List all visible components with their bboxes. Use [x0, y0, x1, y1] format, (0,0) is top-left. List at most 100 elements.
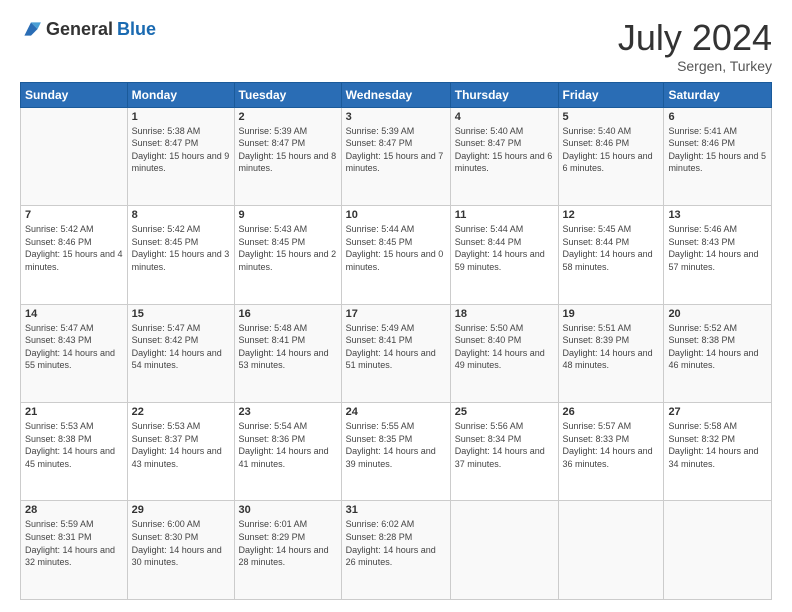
day-number: 20	[668, 308, 767, 320]
day-info: Sunrise: 5:41 AM Sunset: 8:46 PM Dayligh…	[668, 125, 767, 175]
day-number: 15	[132, 308, 230, 320]
day-info: Sunrise: 5:47 AM Sunset: 8:42 PM Dayligh…	[132, 322, 230, 372]
day-cell: 28 Sunrise: 5:59 AM Sunset: 8:31 PM Dayli…	[21, 501, 128, 600]
day-cell: 6 Sunrise: 5:41 AM Sunset: 8:46 PM Daylig…	[664, 107, 772, 205]
day-cell: 26 Sunrise: 5:57 AM Sunset: 8:33 PM Dayli…	[558, 403, 664, 501]
day-info: Sunrise: 5:45 AM Sunset: 8:44 PM Dayligh…	[563, 223, 660, 273]
day-cell	[664, 501, 772, 600]
day-info: Sunrise: 5:51 AM Sunset: 8:39 PM Dayligh…	[563, 322, 660, 372]
day-number: 9	[239, 209, 337, 221]
day-number: 22	[132, 406, 230, 418]
day-info: Sunrise: 5:54 AM Sunset: 8:36 PM Dayligh…	[239, 420, 337, 470]
day-number: 28	[25, 504, 123, 516]
day-cell	[558, 501, 664, 600]
week-row-1: 1 Sunrise: 5:38 AM Sunset: 8:47 PM Daylig…	[21, 107, 772, 205]
day-info: Sunrise: 5:49 AM Sunset: 8:41 PM Dayligh…	[346, 322, 446, 372]
day-number: 18	[455, 308, 554, 320]
day-cell	[21, 107, 128, 205]
day-cell: 20 Sunrise: 5:52 AM Sunset: 8:38 PM Dayli…	[664, 304, 772, 402]
day-number: 26	[563, 406, 660, 418]
day-cell: 11 Sunrise: 5:44 AM Sunset: 8:44 PM Dayli…	[450, 206, 558, 304]
day-cell	[450, 501, 558, 600]
day-info: Sunrise: 5:59 AM Sunset: 8:31 PM Dayligh…	[25, 518, 123, 568]
day-info: Sunrise: 5:38 AM Sunset: 8:47 PM Dayligh…	[132, 125, 230, 175]
day-header-thursday: Thursday	[450, 82, 558, 107]
day-cell: 29Sunrise: 6:00 AM Sunset: 8:30 PM Dayli…	[127, 501, 234, 600]
day-cell: 21 Sunrise: 5:53 AM Sunset: 8:38 PM Dayli…	[21, 403, 128, 501]
day-info: Sunrise: 5:42 AM Sunset: 8:45 PM Dayligh…	[132, 223, 230, 273]
day-number: 7	[25, 209, 123, 221]
day-info: Sunrise: 6:02 AM Sunset: 8:28 PM Dayligh…	[346, 518, 446, 568]
day-info: Sunrise: 5:53 AM Sunset: 8:38 PM Dayligh…	[25, 420, 123, 470]
day-cell: 7 Sunrise: 5:42 AM Sunset: 8:46 PM Daylig…	[21, 206, 128, 304]
day-cell: 4Sunrise: 5:40 AM Sunset: 8:47 PM Daylig…	[450, 107, 558, 205]
day-info: Sunrise: 5:52 AM Sunset: 8:38 PM Dayligh…	[668, 322, 767, 372]
logo-icon	[20, 18, 42, 40]
day-cell: 5 Sunrise: 5:40 AM Sunset: 8:46 PM Daylig…	[558, 107, 664, 205]
week-row-2: 7 Sunrise: 5:42 AM Sunset: 8:46 PM Daylig…	[21, 206, 772, 304]
day-info: Sunrise: 5:39 AM Sunset: 8:47 PM Dayligh…	[239, 125, 337, 175]
day-number: 24	[346, 406, 446, 418]
day-info: Sunrise: 5:44 AM Sunset: 8:44 PM Dayligh…	[455, 223, 554, 273]
day-cell: 14 Sunrise: 5:47 AM Sunset: 8:43 PM Dayli…	[21, 304, 128, 402]
day-number: 3	[346, 111, 446, 123]
day-header-saturday: Saturday	[664, 82, 772, 107]
day-info: Sunrise: 5:43 AM Sunset: 8:45 PM Dayligh…	[239, 223, 337, 273]
day-number: 11	[455, 209, 554, 221]
day-number: 23	[239, 406, 337, 418]
day-cell: 24Sunrise: 5:55 AM Sunset: 8:35 PM Dayli…	[341, 403, 450, 501]
logo-blue: Blue	[117, 19, 156, 40]
day-info: Sunrise: 5:56 AM Sunset: 8:34 PM Dayligh…	[455, 420, 554, 470]
day-cell: 13Sunrise: 5:46 AM Sunset: 8:43 PM Dayli…	[664, 206, 772, 304]
day-cell: 23 Sunrise: 5:54 AM Sunset: 8:36 PM Dayli…	[234, 403, 341, 501]
logo: GeneralBlue	[20, 18, 156, 40]
day-number: 25	[455, 406, 554, 418]
day-number: 6	[668, 111, 767, 123]
day-info: Sunrise: 5:39 AM Sunset: 8:47 PM Dayligh…	[346, 125, 446, 175]
calendar-table: SundayMondayTuesdayWednesdayThursdayFrid…	[20, 82, 772, 600]
page: GeneralBlue July 2024 Sergen, Turkey Sun…	[0, 0, 792, 612]
logo-general: General	[46, 19, 113, 40]
day-cell: 15 Sunrise: 5:47 AM Sunset: 8:42 PM Dayli…	[127, 304, 234, 402]
day-number: 17	[346, 308, 446, 320]
day-number: 19	[563, 308, 660, 320]
day-cell: 9 Sunrise: 5:43 AM Sunset: 8:45 PM Daylig…	[234, 206, 341, 304]
day-cell: 22Sunrise: 5:53 AM Sunset: 8:37 PM Dayli…	[127, 403, 234, 501]
day-cell: 1 Sunrise: 5:38 AM Sunset: 8:47 PM Daylig…	[127, 107, 234, 205]
month-title: July 2024	[618, 18, 772, 58]
calendar-header: SundayMondayTuesdayWednesdayThursdayFrid…	[21, 82, 772, 107]
day-info: Sunrise: 5:58 AM Sunset: 8:32 PM Dayligh…	[668, 420, 767, 470]
week-row-3: 14 Sunrise: 5:47 AM Sunset: 8:43 PM Dayli…	[21, 304, 772, 402]
day-info: Sunrise: 5:57 AM Sunset: 8:33 PM Dayligh…	[563, 420, 660, 470]
day-header-friday: Friday	[558, 82, 664, 107]
day-cell: 8 Sunrise: 5:42 AM Sunset: 8:45 PM Daylig…	[127, 206, 234, 304]
week-row-4: 21 Sunrise: 5:53 AM Sunset: 8:38 PM Dayli…	[21, 403, 772, 501]
header: GeneralBlue July 2024 Sergen, Turkey	[20, 18, 772, 74]
day-cell: 31 Sunrise: 6:02 AM Sunset: 8:28 PM Dayli…	[341, 501, 450, 600]
day-header-monday: Monday	[127, 82, 234, 107]
day-info: Sunrise: 5:44 AM Sunset: 8:45 PM Dayligh…	[346, 223, 446, 273]
day-number: 8	[132, 209, 230, 221]
day-cell: 27Sunrise: 5:58 AM Sunset: 8:32 PM Dayli…	[664, 403, 772, 501]
calendar: SundayMondayTuesdayWednesdayThursdayFrid…	[20, 82, 772, 600]
day-header-tuesday: Tuesday	[234, 82, 341, 107]
day-number: 30	[239, 504, 337, 516]
day-cell: 30Sunrise: 6:01 AM Sunset: 8:29 PM Dayli…	[234, 501, 341, 600]
day-number: 5	[563, 111, 660, 123]
day-number: 4	[455, 111, 554, 123]
day-cell: 3 Sunrise: 5:39 AM Sunset: 8:47 PM Daylig…	[341, 107, 450, 205]
day-number: 10	[346, 209, 446, 221]
day-info: Sunrise: 6:00 AM Sunset: 8:30 PM Dayligh…	[132, 518, 230, 568]
day-info: Sunrise: 5:40 AM Sunset: 8:46 PM Dayligh…	[563, 125, 660, 175]
day-info: Sunrise: 5:42 AM Sunset: 8:46 PM Dayligh…	[25, 223, 123, 273]
day-number: 1	[132, 111, 230, 123]
location-title: Sergen, Turkey	[618, 58, 772, 74]
day-number: 31	[346, 504, 446, 516]
day-number: 13	[668, 209, 767, 221]
day-number: 14	[25, 308, 123, 320]
day-info: Sunrise: 5:47 AM Sunset: 8:43 PM Dayligh…	[25, 322, 123, 372]
day-cell: 12Sunrise: 5:45 AM Sunset: 8:44 PM Dayli…	[558, 206, 664, 304]
day-number: 21	[25, 406, 123, 418]
day-header-sunday: Sunday	[21, 82, 128, 107]
header-row: SundayMondayTuesdayWednesdayThursdayFrid…	[21, 82, 772, 107]
